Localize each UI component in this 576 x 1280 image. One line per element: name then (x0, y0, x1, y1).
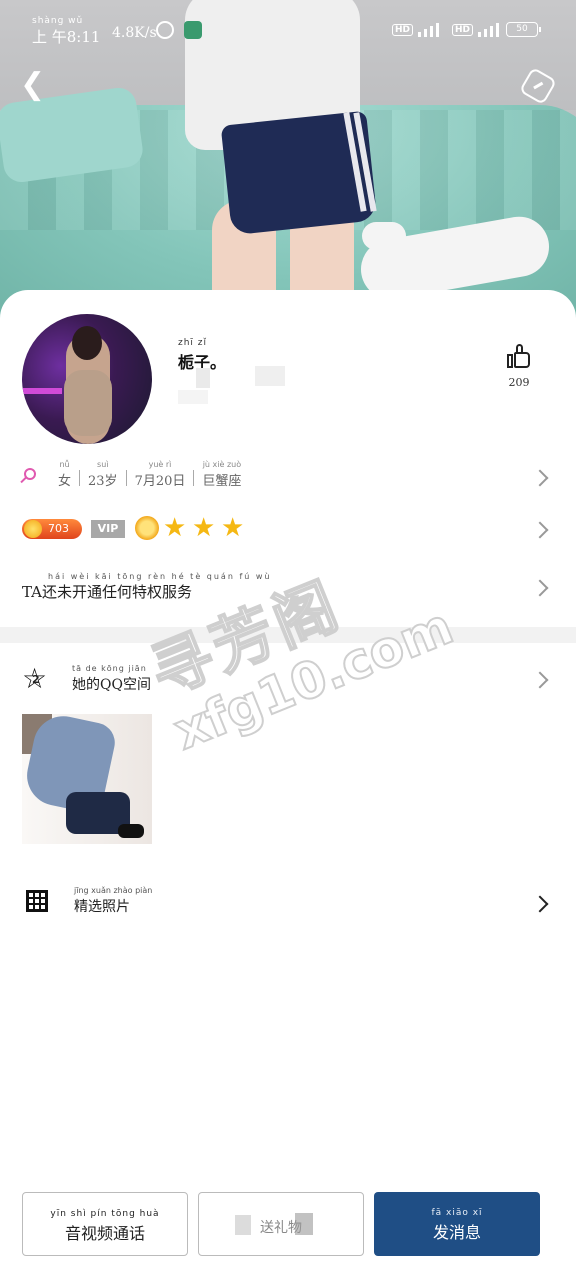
call-pinyin: yīn shì pín tōng huà (50, 1209, 160, 1219)
chevron-right-icon (531, 521, 549, 539)
chevron-right-icon (531, 895, 549, 913)
birthday-text: 7月20日 (134, 474, 186, 489)
redacted-block (255, 366, 285, 386)
chevron-right-icon (531, 469, 549, 487)
battery-icon: 50 (506, 22, 541, 37)
thumbs-up-icon (506, 344, 532, 370)
photo-shoe (118, 824, 144, 838)
neon-light (22, 388, 62, 394)
privilege-text: hái wèi kāi tōng rèn hé tè quán fú wù TA… (22, 572, 271, 602)
sun-level-icon (135, 516, 159, 540)
qzone-badge-number: 2 (32, 673, 40, 686)
privilege-pinyin: hái wèi kāi tōng rèn hé tè quán fú wù (48, 572, 272, 581)
featured-text: 精选照片 (74, 899, 130, 915)
qzone-photo-thumbnail[interactable] (22, 714, 152, 844)
gender-pinyin: nǚ (59, 460, 70, 469)
qzone-label: tā de kōng jiān 她的QQ空间 (72, 664, 151, 694)
figure-dress (64, 370, 112, 436)
gender-item: nǚ 女 (50, 460, 79, 489)
zodiac-text: 巨蟹座 (202, 474, 242, 489)
like-count: 209 (508, 376, 530, 389)
coin-badge: 703 (22, 519, 82, 539)
qzone-row[interactable]: ☆ 2 tā de kōng jiān 她的QQ空间 (0, 662, 576, 698)
vip-badge: VIP (91, 520, 125, 538)
age-item: suì 23岁 (80, 460, 126, 489)
time-ruby: shàng wǔ (32, 16, 84, 26)
avatar[interactable] (22, 314, 152, 444)
star-level-icon: ★ (163, 513, 187, 543)
name-pinyin: zhī zǐ (178, 338, 208, 348)
send-message-button[interactable]: fā xiāo xī 发消息 (374, 1192, 540, 1256)
star-level-icon: ★ (221, 513, 245, 543)
featured-photos-row[interactable]: jīng xuǎn zhào piàn 精选照片 (0, 886, 576, 922)
female-icon (24, 468, 36, 480)
video-call-button[interactable]: yīn shì pín tōng huà 音视频通话 (22, 1192, 188, 1256)
hd-icon: HD (452, 24, 474, 36)
basic-info-row[interactable]: nǚ 女 suì 23岁 yuè rì 7月20日 jù xiè zuò 巨蟹座 (0, 460, 576, 496)
birthday-pinyin: yuè rì (148, 460, 172, 469)
age-text: 23岁 (88, 474, 118, 489)
back-button[interactable]: ❮ (20, 70, 50, 100)
section-divider (0, 627, 576, 643)
redacted-block (295, 1213, 313, 1235)
grid-icon (26, 890, 48, 912)
chevron-right-icon (531, 671, 549, 689)
alarm-icon (156, 21, 174, 39)
redacted-block (196, 368, 210, 388)
zodiac-item: jù xiè zuò 巨蟹座 (194, 460, 249, 489)
call-label: 音视频通话 (64, 1224, 145, 1243)
msg-pinyin: fā xiāo xī (431, 1208, 483, 1218)
net-speed: 4.8K/s (112, 25, 157, 41)
zodiac-pinyin: jù xiè zuò (202, 460, 242, 469)
app-notification-icon (184, 21, 202, 39)
time-text: 上 午8:11 (32, 28, 101, 46)
qzone-pinyin: tā de kōng jiān (72, 664, 147, 673)
featured-pinyin: jīng xuǎn zhào piàn (74, 886, 153, 895)
gift-label: 送礼物 (260, 1220, 302, 1236)
qzone-text: 她的QQ空间 (72, 677, 151, 693)
like-button[interactable]: 209 (504, 344, 534, 396)
privilege-label: TA还未开通任何特权服务 (22, 583, 193, 601)
signal-icon (412, 23, 444, 37)
gender-text: 女 (58, 474, 72, 489)
msg-label: 发消息 (432, 1223, 481, 1242)
redacted-block (178, 390, 208, 404)
sock-shape (362, 222, 406, 250)
privilege-row[interactable]: hái wèi kāi tōng rèn hé tè quán fú wù TA… (0, 572, 576, 602)
age-pinyin: suì (97, 460, 109, 469)
figure-head (72, 326, 102, 360)
redacted-block (235, 1215, 251, 1235)
featured-label: jīng xuǎn zhào piàn 精选照片 (74, 886, 152, 916)
profile-card: zhī zǐ 栀子。 209 nǚ 女 suì 23岁 yuè rì 7月20日 (0, 290, 576, 1280)
birthday-item: yuè rì 7月20日 (127, 460, 194, 489)
gift-button[interactable]: 送礼物 (198, 1192, 364, 1256)
badges-row[interactable]: 703 VIP ★ ★ ★ (0, 513, 576, 544)
status-bar: shàng wǔ 上 午8:11 4.8K/s HD HD 50 (0, 0, 576, 60)
star-level-icon: ★ (192, 513, 216, 543)
hd-icon: HD (392, 24, 414, 36)
chevron-right-icon (531, 579, 549, 597)
info-items: nǚ 女 suì 23岁 yuè rì 7月20日 jù xiè zuò 巨蟹座 (50, 460, 249, 489)
status-time: shàng wǔ 上 午8:11 (32, 16, 100, 47)
signal-icon (472, 23, 504, 37)
